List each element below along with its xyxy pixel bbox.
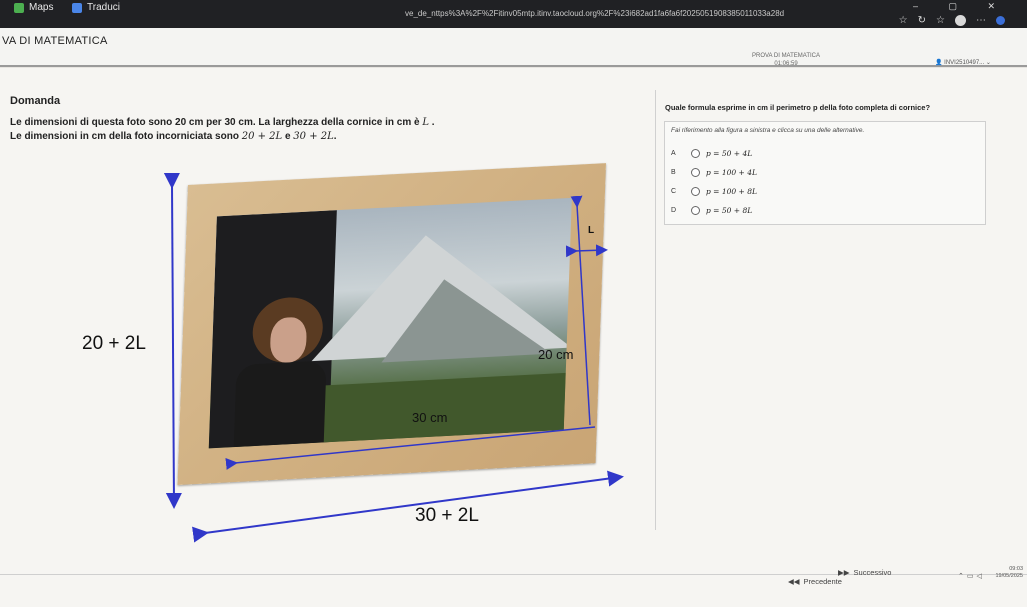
radio-button[interactable]: [691, 168, 700, 177]
label-height-outer: 20 + 2L: [82, 333, 146, 354]
toolbar-icons: ☆ ↻ ☆ ⋯: [899, 15, 1005, 26]
question-text-line2: Le dimensioni in cm della foto incornici…: [10, 131, 337, 142]
star-icon[interactable]: ☆: [899, 15, 908, 26]
browser-toolbar: Maps Traduci ve_de_nttps%3A%2F%2Fitinv05…: [0, 0, 1027, 28]
page-title: VA DI MATEMATICA: [2, 35, 108, 47]
next-label: Successivo: [853, 568, 892, 577]
bookmark-maps[interactable]: Maps: [14, 2, 53, 13]
prev-button[interactable]: ◀◀ Precedente: [788, 577, 842, 586]
option-key: C: [671, 188, 677, 195]
exam-timer: 01:06:59: [774, 61, 798, 67]
options-box: Fai riferimento alla figura a sinistra e…: [664, 121, 986, 225]
speaker-icon[interactable]: ◁: [977, 573, 985, 580]
label-height-inner: 20 cm: [538, 347, 574, 362]
system-tray-icons: ⌃▭◁: [958, 572, 985, 580]
user-icon: 👤: [935, 60, 943, 66]
label-width-inner: 30 cm: [412, 410, 448, 425]
label-frame-width: L: [588, 225, 595, 236]
option-a[interactable]: A p = 50 + 4L: [671, 149, 752, 158]
user-menu[interactable]: 👤 INVI2510497... ⌄: [935, 59, 991, 66]
option-formula: p = 100 + 4L: [706, 168, 757, 177]
option-c[interactable]: C p = 100 + 8L: [671, 187, 757, 196]
next-button[interactable]: ▶▶ Successivo: [838, 568, 891, 577]
option-b[interactable]: B p = 100 + 4L: [671, 168, 757, 177]
radio-button[interactable]: [691, 187, 700, 196]
profile-avatar[interactable]: [955, 15, 966, 26]
exam-name: PROVA DI MATEMATICA: [752, 53, 821, 59]
system-clock[interactable]: 09:03 19/05/2025: [995, 566, 1023, 580]
radio-button[interactable]: [691, 206, 700, 215]
dimension-height: 20 + 2L: [241, 131, 283, 142]
question-line1-text: Le dimensioni di questa foto sono 20 cm …: [10, 117, 420, 128]
translate-icon: [72, 2, 82, 13]
window-controls[interactable]: – ▢ ✕: [913, 1, 1009, 12]
rewind-icon: ◀◀: [788, 577, 800, 586]
app-header: VA DI MATEMATICA PROVA DI MATEMATICA 01:…: [0, 28, 1027, 67]
height-inner-arrow: [570, 195, 591, 426]
dimension-width: 30 + 2L: [293, 131, 334, 142]
question-text-line1: Le dimensioni di questa foto sono 20 cm …: [10, 117, 435, 128]
answer-hint: Fai riferimento alla figura a sinistra e…: [671, 127, 865, 134]
answer-prompt: Quale formula esprime in cm il perimetro…: [665, 103, 931, 112]
column-divider: [655, 90, 656, 530]
display-icon[interactable]: ▭: [967, 573, 977, 580]
bookmark-traduci[interactable]: Traduci: [72, 2, 120, 13]
variable-L: L: [422, 117, 429, 128]
framed-photo-figure: 20 + 2L 30 + 2L 20 cm 30 cm L: [60, 163, 640, 545]
option-formula: p = 50 + 4L: [706, 149, 753, 158]
conjunction: e: [284, 131, 291, 142]
option-formula: p = 100 + 8L: [706, 187, 757, 196]
exam-info: PROVA DI MATEMATICA 01:06:59: [752, 52, 820, 68]
chevron-down-icon: ⌄: [985, 60, 991, 66]
section-label: Domanda: [10, 95, 61, 107]
chevron-up-icon[interactable]: ⌃: [958, 573, 967, 580]
prev-label: Precedente: [803, 577, 842, 586]
menu-icon[interactable]: ⋯: [976, 15, 986, 26]
option-key: B: [671, 169, 676, 176]
height-outer-arrow: [163, 172, 182, 509]
bookmark-label: Maps: [29, 2, 54, 13]
option-key: D: [671, 207, 677, 214]
width-outer-arrow: [192, 470, 624, 543]
frame-width-arrow: [565, 244, 608, 258]
refresh-icon[interactable]: ↻: [918, 15, 926, 26]
option-key: A: [671, 150, 676, 157]
bookmark-star-icon[interactable]: ☆: [936, 15, 945, 26]
radio-button[interactable]: [691, 149, 700, 158]
extension-icon[interactable]: [996, 16, 1005, 25]
user-id: INVI2510497...: [944, 60, 985, 66]
question-line2-prefix: Le dimensioni in cm della foto incornici…: [10, 131, 239, 142]
option-d[interactable]: D p = 50 + 8L: [671, 206, 752, 215]
bookmark-label: Traduci: [87, 2, 120, 13]
address-bar[interactable]: ve_de_nttps%3A%2F%2Fitinv05mtp.itinv.tao…: [405, 9, 784, 18]
label-width-outer: 30 + 2L: [415, 505, 479, 526]
width-inner-arrow: [225, 426, 596, 470]
clock-time: 09:03: [1009, 566, 1023, 572]
clock-date: 19/05/2025: [995, 573, 1023, 579]
option-formula: p = 50 + 8L: [706, 206, 753, 215]
fast-forward-icon: ▶▶: [838, 568, 850, 577]
maps-icon: [14, 2, 24, 13]
